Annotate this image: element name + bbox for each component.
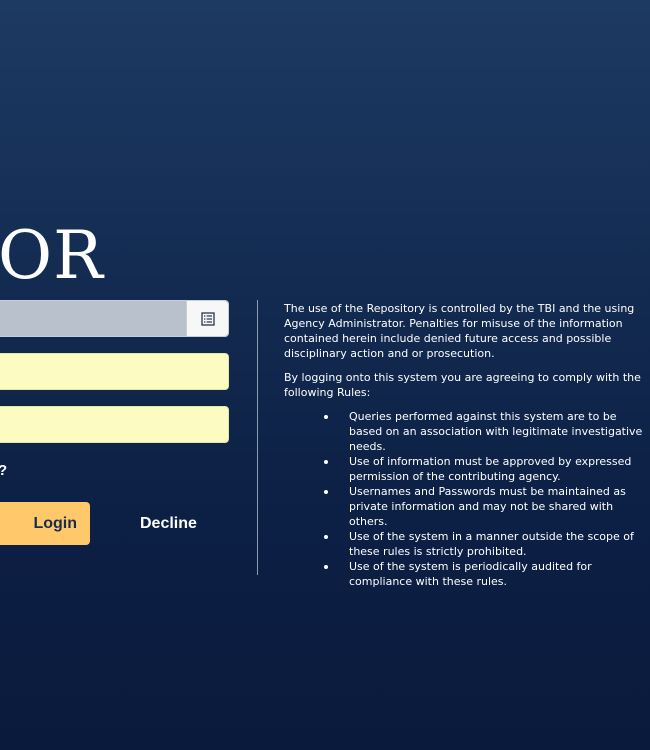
forgot-password-link[interactable]: ? [0,462,7,479]
agency-input[interactable] [0,301,187,336]
rule-item: Use of information must be approved by e… [324,454,648,484]
password-field[interactable] [0,406,229,443]
rule-item: Use of the system in a manner outside th… [324,529,648,559]
terms-paragraph-usage: The use of the Repository is controlled … [284,302,635,360]
username-input[interactable] [0,354,228,389]
brand-title: OR [0,217,104,294]
login-button[interactable]: Login [0,502,90,545]
rule-item: Queries performed against this system ar… [324,409,648,454]
terms-panel: The use of the Repository is controlled … [284,301,648,589]
agency-field[interactable] [0,300,229,337]
rules-list: Queries performed against this system ar… [284,409,648,589]
list-icon [200,311,215,326]
vertical-divider [257,300,258,575]
terms-paragraph-agreement: By logging onto this system you are agre… [284,371,641,399]
decline-button[interactable]: Decline [128,502,208,545]
rule-item: Use of the system is periodically audite… [324,559,648,589]
agency-list-button[interactable] [186,301,228,336]
username-field[interactable] [0,353,229,390]
password-input[interactable] [0,407,228,442]
rule-item: Usernames and Passwords must be maintain… [324,484,648,529]
